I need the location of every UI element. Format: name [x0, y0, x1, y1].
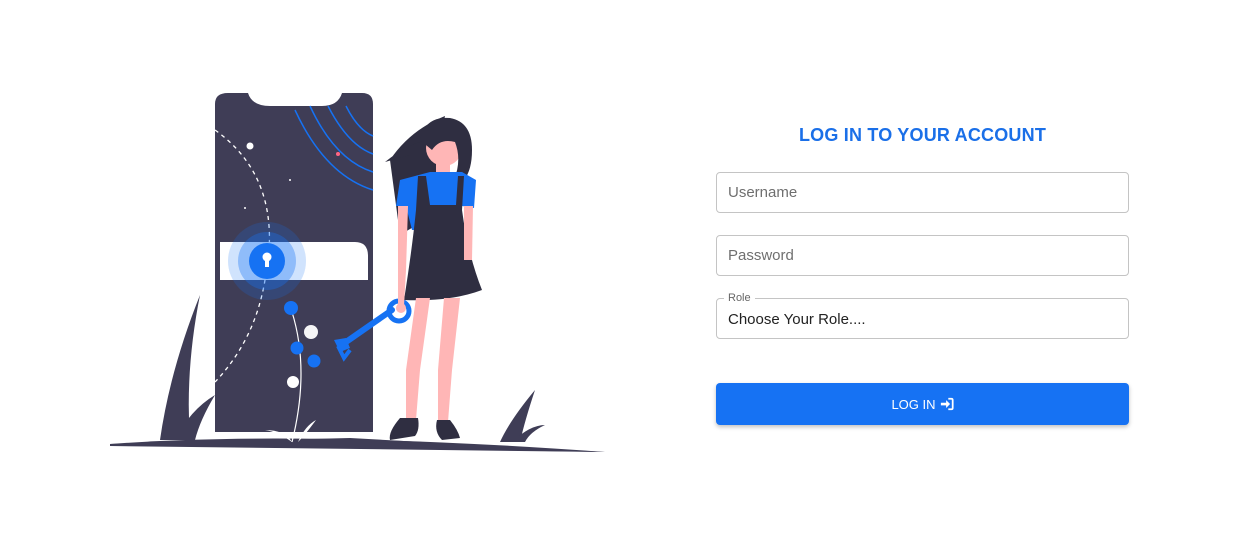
login-illustration: [110, 93, 605, 452]
login-form: LOG IN TO YOUR ACCOUNT Role Choose Your …: [716, 120, 1129, 425]
password-input[interactable]: [717, 236, 1128, 275]
password-field-wrapper: [716, 235, 1129, 276]
login-page: LOG IN TO YOUR ACCOUNT Role Choose Your …: [0, 0, 1234, 535]
login-button[interactable]: LOG IN: [716, 383, 1129, 425]
login-title: LOG IN TO YOUR ACCOUNT: [798, 125, 1047, 145]
sign-in-icon: [940, 397, 954, 411]
role-select[interactable]: Role Choose Your Role....: [716, 292, 1129, 339]
role-selected-value: Choose Your Role....: [728, 311, 866, 328]
login-button-label: LOG IN: [891, 396, 936, 412]
username-field-wrapper: [716, 172, 1129, 213]
username-input[interactable]: [717, 173, 1128, 212]
